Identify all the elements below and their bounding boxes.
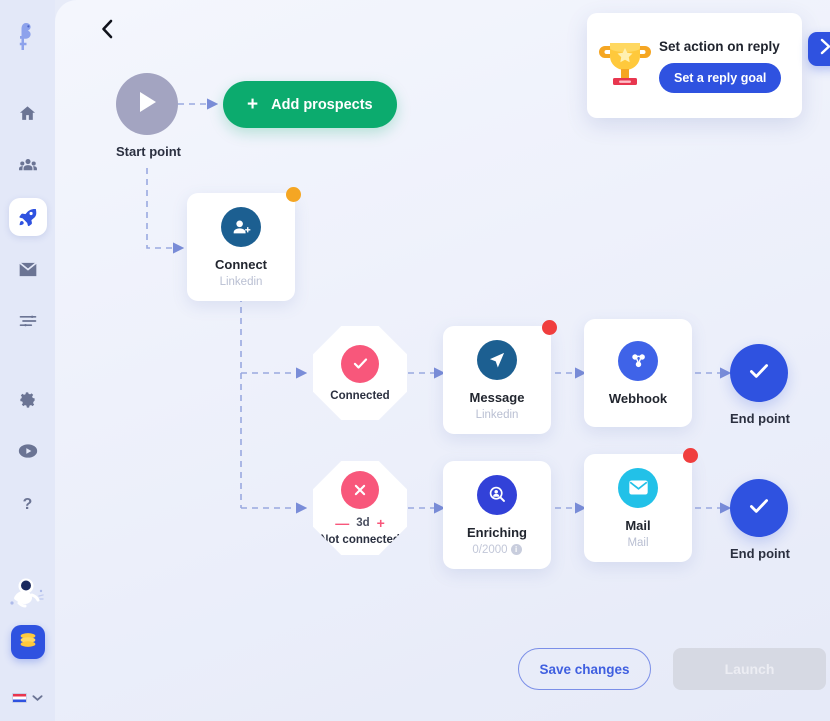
- mail-icon: [18, 261, 38, 278]
- sidebar-item-tutorials[interactable]: [9, 432, 47, 470]
- info-icon[interactable]: i: [510, 544, 522, 555]
- check-icon: [746, 493, 772, 524]
- connected-node[interactable]: Connected: [313, 326, 407, 420]
- home-icon: [18, 104, 37, 123]
- delay-stepper[interactable]: — 3d +: [335, 516, 385, 530]
- chevron-down-icon: [32, 689, 43, 707]
- team-icon: [18, 156, 38, 175]
- plus-icon: +: [247, 94, 259, 115]
- enriching-node[interactable]: Enriching 0/2000 i: [443, 461, 551, 569]
- end-point-top-label: End point: [730, 411, 790, 426]
- campaign-flow-builder: ? Set action on reply Set a reply goal S…: [0, 0, 830, 721]
- toast-next-button[interactable]: [808, 32, 830, 66]
- reply-goal-toast: Set action on reply Set a reply goal: [587, 13, 802, 118]
- connect-title: Connect: [215, 256, 267, 272]
- connected-label: Connected: [330, 389, 390, 402]
- coins-icon: [18, 631, 38, 654]
- sidebar-nav-secondary: ?: [9, 380, 47, 522]
- start-point-label: Start point: [116, 144, 181, 159]
- mail-title: Mail: [625, 517, 651, 533]
- trophy-icon: [599, 35, 651, 96]
- webhook-card[interactable]: Webhook: [584, 319, 692, 427]
- send-icon: [477, 339, 517, 380]
- enriching-card[interactable]: Enriching 0/2000 i: [443, 461, 551, 569]
- back-button[interactable]: [93, 17, 121, 45]
- play-icon: [135, 89, 159, 120]
- play-circle-icon: [18, 441, 38, 461]
- close-icon: [341, 470, 379, 509]
- enriching-count: 0/2000 i: [472, 543, 522, 556]
- delay-increase-button[interactable]: +: [377, 516, 385, 530]
- message-subtitle: Linkedin: [475, 408, 519, 421]
- toast-body: Set action on reply Set a reply goal: [659, 38, 782, 93]
- connect-card[interactable]: Connect Linkedin: [187, 187, 301, 301]
- not-connected-octagon[interactable]: — 3d + Not connected: [313, 461, 407, 555]
- sidebar-item-filters[interactable]: [9, 302, 47, 340]
- connected-octagon[interactable]: Connected: [313, 326, 407, 420]
- add-prospects-button[interactable]: + Add prospects: [223, 81, 397, 128]
- delay-value: 3d: [356, 516, 370, 529]
- message-status-badge: [542, 320, 557, 335]
- footer-actions: Save changes Launch: [518, 648, 826, 690]
- connect-node[interactable]: Connect Linkedin: [187, 187, 301, 301]
- chevron-right-icon: [819, 38, 830, 60]
- rocket-icon: [18, 207, 38, 227]
- sidebar-item-campaigns[interactable]: [8, 198, 47, 236]
- message-node[interactable]: Message Linkedin: [443, 320, 557, 434]
- sidebar-nav-primary: [8, 94, 47, 340]
- flow-canvas: Set action on reply Set a reply goal Sta…: [55, 0, 830, 721]
- webhook-icon: [618, 340, 658, 381]
- check-icon: [341, 344, 379, 383]
- not-connected-node[interactable]: — 3d + Not connected: [313, 461, 407, 555]
- sidebar-item-team[interactable]: [9, 146, 47, 184]
- mail-status-badge: [683, 448, 698, 463]
- webhook-title: Webhook: [608, 390, 668, 406]
- end-point-bottom-button[interactable]: [730, 479, 788, 537]
- check-icon: [746, 358, 772, 389]
- envelope-icon: [618, 467, 658, 508]
- webhook-node[interactable]: Webhook: [584, 319, 692, 427]
- not-connected-label: Not connected: [320, 533, 400, 546]
- connect-status-badge: [286, 187, 301, 202]
- svg-text:?: ?: [23, 496, 33, 513]
- flag-icon: [12, 693, 27, 703]
- help-icon: ?: [18, 494, 37, 513]
- message-card[interactable]: Message Linkedin: [443, 320, 557, 434]
- add-prospects-label: Add prospects: [271, 96, 373, 113]
- sidebar-item-settings[interactable]: [9, 380, 47, 418]
- start-point-button[interactable]: [116, 73, 178, 135]
- enriching-title: Enriching: [467, 524, 527, 540]
- start-point-node[interactable]: Start point: [116, 73, 181, 159]
- end-point-top-button[interactable]: [730, 344, 788, 402]
- connect-subtitle: Linkedin: [219, 275, 263, 288]
- add-user-icon: [221, 206, 261, 247]
- astronaut-illustration: [6, 571, 50, 617]
- delay-decrease-button[interactable]: —: [335, 516, 349, 530]
- message-title: Message: [469, 389, 525, 405]
- chevron-left-icon: [100, 19, 114, 44]
- end-point-bottom-node[interactable]: End point: [730, 479, 790, 561]
- flamingo-logo[interactable]: [11, 16, 45, 56]
- mail-node[interactable]: Mail Mail: [584, 448, 698, 562]
- sidebar-item-home[interactable]: [9, 94, 47, 132]
- end-point-top-node[interactable]: End point: [730, 344, 790, 426]
- launch-button[interactable]: Launch: [673, 648, 826, 690]
- sidebar: ?: [0, 0, 55, 721]
- mail-subtitle: Mail: [627, 536, 649, 549]
- sidebar-item-inbox[interactable]: [9, 250, 47, 288]
- sidebar-item-help[interactable]: ?: [9, 484, 47, 522]
- toast-title: Set action on reply: [659, 38, 780, 54]
- mail-card[interactable]: Mail Mail: [584, 448, 698, 562]
- filters-icon: [18, 312, 38, 330]
- end-point-bottom-label: End point: [730, 546, 790, 561]
- save-changes-button[interactable]: Save changes: [518, 648, 651, 690]
- enriching-count-value: 0/2000: [472, 543, 508, 556]
- set-reply-goal-button[interactable]: Set a reply goal: [659, 62, 782, 93]
- gear-icon: [18, 390, 37, 409]
- language-selector[interactable]: [12, 689, 43, 707]
- search-person-icon: [477, 474, 517, 515]
- coins-button[interactable]: [10, 625, 45, 659]
